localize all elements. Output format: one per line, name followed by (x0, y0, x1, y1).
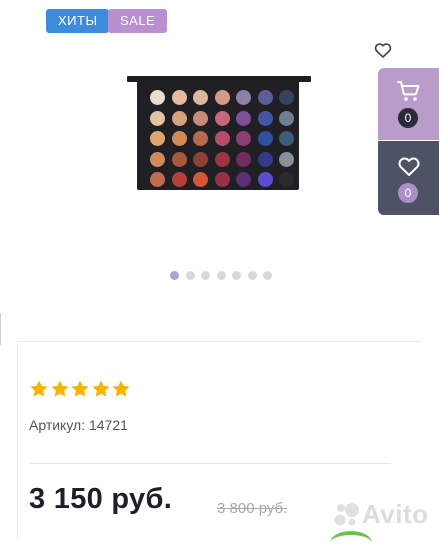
eyeshadow-pan (150, 90, 165, 105)
current-price: 3 150 руб. (29, 483, 173, 515)
eyeshadow-pan (193, 172, 208, 187)
eyeshadow-pan (279, 131, 294, 146)
eyeshadow-pan (150, 172, 165, 187)
eyeshadow-pan (236, 131, 251, 146)
gallery-dot[interactable] (216, 271, 226, 280)
content-left-border (17, 341, 18, 540)
gallery-dot[interactable] (263, 271, 272, 280)
eyeshadow-pan (193, 151, 208, 167)
heart-icon (397, 155, 421, 177)
gallery-dot[interactable] (185, 271, 195, 280)
gallery-dot[interactable] (201, 271, 210, 280)
cart-count-badge: 0 (398, 108, 418, 128)
eyeshadow-pan (150, 131, 165, 146)
left-edge-marker (0, 313, 5, 345)
product-sku: Артикул: 14721 (29, 417, 128, 433)
eyeshadow-pan (279, 90, 294, 105)
eyeshadow-pan (257, 131, 273, 146)
eyeshadow-pan (257, 110, 273, 126)
eyeshadow-pan (171, 131, 187, 146)
eyeshadow-pan (279, 110, 294, 126)
star-icon (29, 379, 49, 399)
add-to-favorites-icon[interactable] (373, 40, 393, 60)
star-icon (91, 379, 111, 399)
badge-hits: ХИТЫ (46, 9, 110, 33)
eyeshadow-pan (150, 110, 165, 126)
palette-body (137, 80, 299, 190)
eyeshadow-pan (171, 90, 187, 105)
eyeshadow-pan (257, 151, 273, 167)
eyeshadow-pan (236, 172, 251, 187)
cart-icon (397, 80, 421, 102)
cart-widget[interactable]: 0 (378, 68, 439, 140)
eyeshadow-pan (214, 131, 230, 146)
eyeshadow-pan (193, 110, 208, 126)
eyeshadow-pan (257, 90, 273, 105)
eyeshadow-pan (171, 172, 187, 187)
eyeshadow-pan (214, 151, 230, 167)
eyeshadow-pan (214, 90, 230, 105)
add-to-cart-button-edge[interactable] (330, 531, 372, 555)
eyeshadow-pan (193, 90, 208, 105)
eyeshadow-pan (171, 151, 187, 167)
rating-stars (29, 379, 132, 401)
gallery-divider (18, 341, 422, 342)
favorites-widget[interactable]: 0 (378, 141, 439, 215)
eyeshadow-pan (236, 151, 251, 167)
price-divider (29, 463, 391, 464)
eyeshadow-pan (236, 90, 251, 105)
old-price: 3 800 руб. (217, 500, 288, 517)
eyeshadow-pan (279, 151, 294, 167)
star-icon (111, 379, 131, 399)
eyeshadow-pan (236, 110, 251, 126)
gallery-dot[interactable] (170, 271, 179, 280)
product-image[interactable] (127, 76, 311, 192)
eyeshadow-pan (257, 172, 273, 187)
eyeshadow-pan (150, 151, 165, 167)
eyeshadow-pan (279, 172, 294, 187)
eyeshadow-pan (214, 110, 230, 126)
eyeshadow-pan (171, 110, 187, 126)
avito-logo-icon (334, 503, 359, 526)
watermark-text: Avito (362, 499, 429, 529)
eyeshadow-pan (193, 131, 208, 146)
star-icon (50, 379, 70, 399)
favorites-count-badge: 0 (398, 183, 418, 203)
gallery-dot[interactable] (247, 271, 257, 280)
eyeshadow-pan (214, 172, 230, 187)
star-icon (70, 379, 90, 399)
gallery-dot[interactable] (232, 271, 241, 280)
badge-sale: SALE (108, 9, 168, 33)
